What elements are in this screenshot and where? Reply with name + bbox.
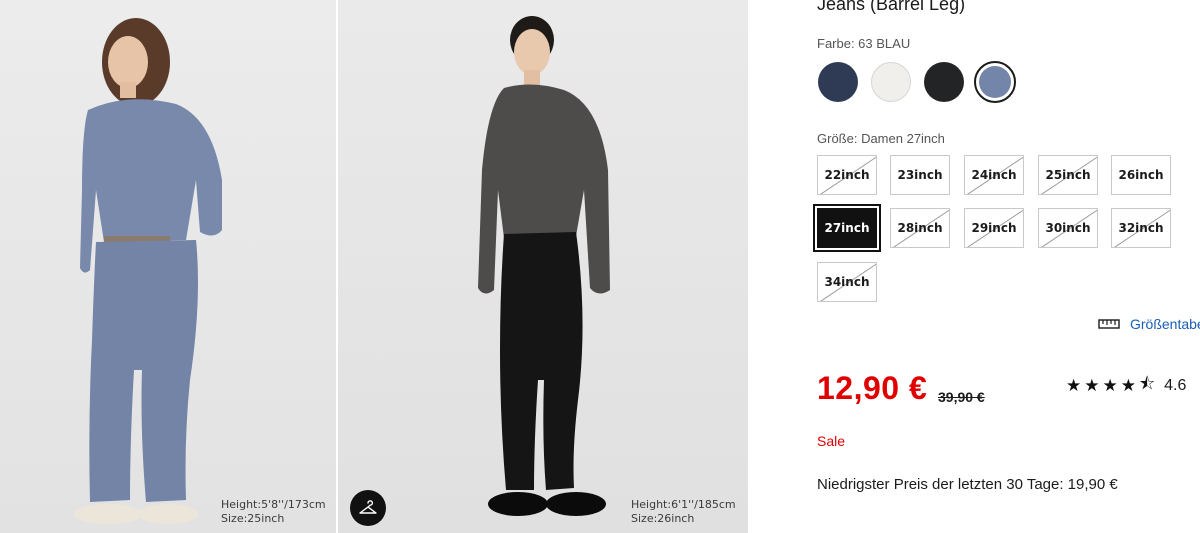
model-size-text: Size:26inch	[631, 512, 695, 525]
size-option-23inch[interactable]: 23inch	[890, 155, 950, 195]
size-chart-link[interactable]: Größentabelle	[1098, 316, 1200, 332]
swatch-fill	[924, 62, 964, 102]
model-info-man: Height:6'1''/185cm Size:26inch	[631, 498, 736, 526]
lowest-price-note: Niedrigster Preis der letzten 30 Tage: 1…	[817, 476, 1118, 493]
size-option-label: 28inch	[897, 221, 943, 235]
size-option-27inch[interactable]: 27inch	[813, 204, 881, 252]
size-option-29inch[interactable]: 29inch	[964, 208, 1024, 248]
size-option-26inch[interactable]: 26inch	[1111, 155, 1171, 195]
star-icon: ★	[1066, 375, 1082, 396]
size-option-28inch[interactable]: 28inch	[890, 208, 950, 248]
swatch-fill	[818, 62, 858, 102]
size-option-label: 24inch	[971, 168, 1017, 182]
rating-value: 4.6	[1164, 376, 1187, 394]
product-photo-man[interactable]: Height:6'1''/185cm Size:26inch	[338, 0, 748, 533]
size-option-label: 32inch	[1118, 221, 1164, 235]
half-star-icon: ⯪	[1139, 374, 1156, 394]
star-icon: ★	[1120, 375, 1136, 396]
size-option-32inch[interactable]: 32inch	[1111, 208, 1171, 248]
sale-label: Sale	[817, 433, 846, 449]
original-price: 39,90 €	[938, 389, 985, 405]
product-title: Jeans (Barrel Leg)	[817, 0, 966, 14]
size-option-label: 29inch	[971, 221, 1017, 235]
color-swatch-black[interactable]	[923, 61, 965, 103]
size-option-label: 26inch	[1118, 168, 1164, 182]
size-option-24inch[interactable]: 24inch	[964, 155, 1024, 195]
color-swatch-navy[interactable]	[817, 61, 859, 103]
swatch-fill	[871, 62, 911, 102]
model-height-text: Height:6'1''/185cm	[631, 498, 736, 511]
size-option-22inch[interactable]: 22inch	[817, 155, 877, 195]
size-option-label: 30inch	[1045, 221, 1091, 235]
rating[interactable]: ★ ★ ★ ★ ⯪ 4.6	[1066, 371, 1186, 400]
size-option-label: 23inch	[897, 168, 943, 182]
star-icon: ★	[1084, 375, 1100, 396]
model-size-text: Size:25inch	[221, 512, 285, 525]
color-swatch-blue[interactable]	[974, 61, 1016, 103]
color-swatch-off-white[interactable]	[870, 61, 912, 103]
star-icon: ★	[1102, 375, 1118, 396]
product-photo-woman[interactable]: Height:5'8''/173cm Size:25inch	[0, 0, 338, 533]
color-label: Farbe: 63 BLAU	[817, 36, 911, 51]
model-illustration-man	[478, 16, 610, 516]
hanger-icon	[359, 500, 377, 514]
size-option-label: 25inch	[1045, 168, 1091, 182]
size-option-25inch[interactable]: 25inch	[1038, 155, 1098, 195]
size-option-label: 22inch	[824, 168, 870, 182]
model-info-woman: Height:5'8''/173cm Size:25inch	[221, 498, 326, 526]
hanger-button[interactable]	[350, 490, 386, 526]
model-height-text: Height:5'8''/173cm	[221, 498, 326, 511]
ruler-icon	[1098, 319, 1120, 329]
swatch-fill	[979, 66, 1011, 98]
size-chart-label: Größentabelle	[1130, 316, 1200, 332]
size-label: Größe: Damen 27inch	[817, 131, 945, 146]
size-option-label: 27inch	[824, 221, 870, 235]
sale-price: 12,90 €	[817, 370, 928, 406]
model-illustration-woman	[74, 18, 222, 524]
size-option-label: 34inch	[824, 275, 870, 289]
size-option-30inch[interactable]: 30inch	[1038, 208, 1098, 248]
size-option-34inch[interactable]: 34inch	[817, 262, 877, 302]
product-info-panel: Jeans (Barrel Leg) Farbe: 63 BLAU Größe:…	[748, 0, 1200, 533]
